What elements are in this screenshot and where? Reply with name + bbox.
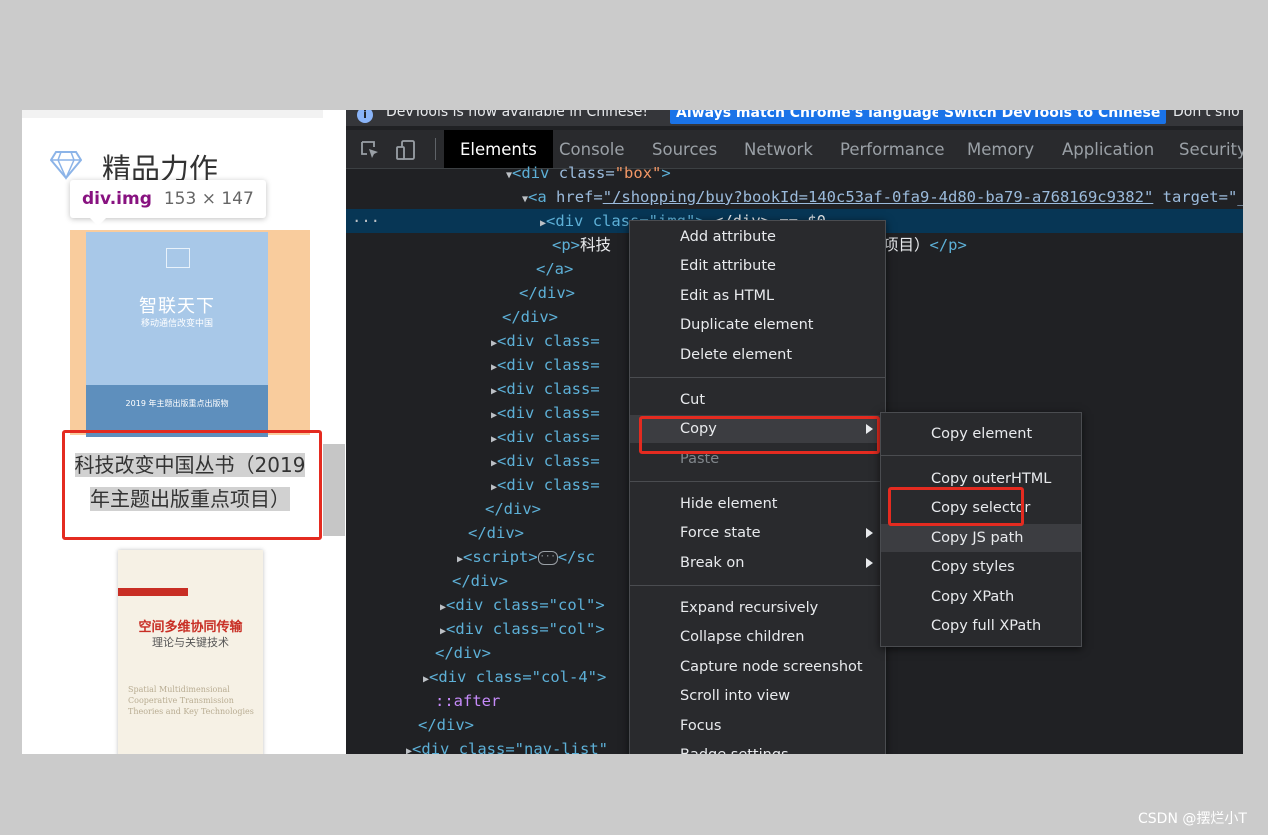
web-page-panel: 精品力作 智联天下 移动通信改变中国 2019 年主题出版重点出版物 div.i… <box>22 110 345 754</box>
caption-red-annotation <box>62 430 322 540</box>
menu-hide-element[interactable]: Hide element <box>630 490 885 518</box>
screenshot-frame: 精品力作 智联天下 移动通信改变中国 2019 年主题出版重点出版物 div.i… <box>22 110 1243 754</box>
toolbar-separator <box>435 138 436 160</box>
infobar-message: DevTools is now available in Chinese! <box>386 110 648 120</box>
submenu-copy-full-xpath[interactable]: Copy full XPath <box>881 612 1081 640</box>
dont-show-button[interactable]: Don't sho <box>1173 110 1240 120</box>
watermark: CSDN @摆烂小T <box>1138 811 1247 827</box>
menu-separator <box>630 481 885 482</box>
menu-force-state[interactable]: Force state <box>630 519 885 547</box>
book2-english-title: Spatial Multidimensional Cooperative Tra… <box>128 685 254 716</box>
menu-badge-settings[interactable]: Badge settings... <box>630 741 885 754</box>
book-cover-2[interactable]: 空间多维协同传输 理论与关键技术 Spatial Multidimensiona… <box>118 550 263 754</box>
submenu-copy-xpath[interactable]: Copy XPath <box>881 583 1081 611</box>
publisher-logo <box>166 248 190 268</box>
menu-separator <box>881 455 1081 456</box>
diamond-icon <box>50 151 82 180</box>
book1-subtitle: 移动通信改变中国 <box>140 319 213 329</box>
switch-to-chinese-button[interactable]: Switch DevTools to Chinese <box>938 110 1167 124</box>
tooltip-arrow <box>90 218 106 226</box>
menu-expand-recursively[interactable]: Expand recursively <box>630 594 885 622</box>
menu-edit-attribute[interactable]: Edit attribute <box>630 252 885 280</box>
submenu-arrow-icon <box>866 558 873 568</box>
menu-add-attribute[interactable]: Add attribute <box>630 223 885 251</box>
inspect-element-icon[interactable] <box>360 140 380 160</box>
menu-cut[interactable]: Cut <box>630 386 885 414</box>
language-infobar: i DevTools is now available in Chinese! … <box>346 110 1243 126</box>
copy-selector-red-annotation <box>888 487 1024 526</box>
ellipsis-badge[interactable]: ··· <box>537 550 558 565</box>
devtools-panel: i DevTools is now available in Chinese! … <box>346 110 1243 754</box>
match-language-button[interactable]: Always match Chrome's language <box>670 110 948 124</box>
book2-banner <box>118 588 188 596</box>
menu-delete-element[interactable]: Delete element <box>630 341 885 369</box>
copy-red-annotation <box>639 416 880 454</box>
page-top-strip <box>22 110 323 118</box>
menu-break-on[interactable]: Break on <box>630 549 885 577</box>
menu-scroll-into-view[interactable]: Scroll into view <box>630 682 885 710</box>
book-cover-1[interactable]: 智联天下 移动通信改变中国 2019 年主题出版重点出版物 <box>86 232 268 437</box>
book1-title: 智联天下 <box>139 296 215 317</box>
submenu-arrow-icon <box>866 528 873 538</box>
book2-title: 空间多维协同传输 <box>138 620 243 635</box>
page-scrollbar[interactable] <box>323 444 345 536</box>
submenu-copy-js-path[interactable]: Copy JS path <box>881 524 1081 552</box>
tooltip-tag: div.img <box>82 189 152 209</box>
copy-submenu: Copy element Copy outerHTML Copy selecto… <box>880 412 1082 647</box>
menu-separator <box>630 585 885 586</box>
menu-focus[interactable]: Focus <box>630 712 885 740</box>
tooltip-size: 153 × 147 <box>163 189 254 209</box>
book2-subtitle: 理论与关键技术 <box>152 636 229 649</box>
menu-edit-as-html[interactable]: Edit as HTML <box>630 282 885 310</box>
more-dots-icon[interactable]: ··· <box>352 209 380 233</box>
menu-capture-node-screenshot[interactable]: Capture node screenshot <box>630 653 885 681</box>
dom-line[interactable]: ▼<div class="box"> <box>346 161 1243 185</box>
submenu-copy-element[interactable]: Copy element <box>881 420 1081 448</box>
menu-collapse-children[interactable]: Collapse children <box>630 623 885 651</box>
info-icon: i <box>357 110 373 123</box>
device-toolbar-icon[interactable] <box>396 140 416 160</box>
menu-separator <box>630 377 885 378</box>
dom-line-anchor[interactable]: ▼<a href="/shopping/buy?bookId=140c53af-… <box>346 185 1243 209</box>
submenu-copy-styles[interactable]: Copy styles <box>881 553 1081 581</box>
context-menu: Add attribute Edit attribute Edit as HTM… <box>629 220 886 754</box>
menu-duplicate-element[interactable]: Duplicate element <box>630 311 885 339</box>
element-inspect-tooltip: div.img 153 × 147 <box>70 180 266 226</box>
book1-band-text: 2019 年主题出版重点出版物 <box>125 399 229 408</box>
